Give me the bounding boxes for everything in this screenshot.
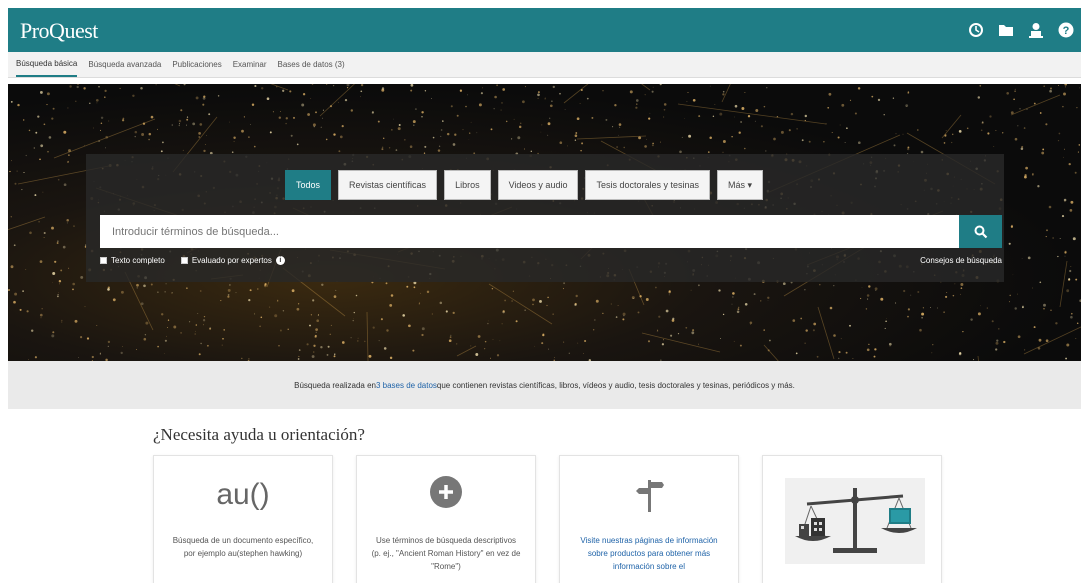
peer-reviewed-checkbox[interactable] bbox=[180, 257, 188, 264]
tab-more[interactable]: Más ▾ bbox=[717, 170, 764, 200]
help-title: ¿Necesita ayuda u orientación? bbox=[153, 425, 365, 444]
help-card-field-search[interactable]: au() Búsqueda de un documento específico… bbox=[153, 455, 333, 583]
nav-item-browse[interactable]: Examinar bbox=[233, 52, 267, 77]
strip-suffix: que contienen revistas científicas, libr… bbox=[436, 380, 795, 390]
help-icon[interactable]: ? bbox=[1057, 21, 1075, 39]
strip-prefix: Búsqueda realizada en bbox=[294, 380, 376, 390]
nav-item-advanced-search[interactable]: Búsqueda avanzada bbox=[88, 52, 161, 77]
help-card-scale[interactable] bbox=[762, 455, 942, 583]
help-card-descriptive-terms[interactable]: Use términos de búsqueda descriptivos (p… bbox=[356, 455, 536, 583]
main-nav: Búsqueda básica Búsqueda avanzada Public… bbox=[8, 52, 1081, 78]
card-text: Búsqueda de un documento específico, por… bbox=[172, 536, 314, 558]
search-type-tabs: Todos Revistas científicas Libros Videos… bbox=[285, 170, 764, 200]
info-icon[interactable]: i bbox=[275, 256, 285, 265]
nav-item-basic-search[interactable]: Búsqueda básica bbox=[16, 52, 78, 77]
nav-item-databases[interactable]: Bases de datos (3) bbox=[278, 52, 345, 77]
search-options: Texto completo Evaluado por expertos i C… bbox=[100, 256, 1002, 265]
help-card-product-info[interactable]: Visite nuestras páginas de información s… bbox=[559, 455, 739, 583]
peer-reviewed-label: Evaluado por expertos bbox=[191, 256, 272, 265]
svg-text:?: ? bbox=[1063, 25, 1070, 37]
peer-reviewed-option[interactable]: Evaluado por expertos i bbox=[180, 256, 285, 265]
search-button[interactable] bbox=[959, 215, 1002, 248]
search-panel: Todos Revistas científicas Libros Videos… bbox=[86, 154, 1004, 282]
search-row bbox=[100, 215, 1002, 248]
user-icon[interactable] bbox=[1027, 21, 1045, 39]
header-icons: ? bbox=[967, 21, 1075, 39]
tab-books[interactable]: Libros bbox=[444, 170, 491, 200]
search-input[interactable] bbox=[100, 215, 959, 248]
history-icon[interactable] bbox=[967, 21, 985, 39]
full-text-label: Texto completo bbox=[111, 256, 165, 265]
search-icon bbox=[974, 225, 987, 238]
top-header: ProQuest ? bbox=[8, 8, 1081, 52]
nav-item-publications[interactable]: Publicaciones bbox=[172, 52, 221, 77]
tab-video-audio[interactable]: Videos y audio bbox=[497, 170, 579, 200]
search-tips-link[interactable]: Consejos de búsqueda bbox=[920, 256, 1002, 265]
proquest-page: ProQuest ? Búsqueda básica Búsqueda avan… bbox=[0, 0, 1081, 583]
database-info-strip: Búsqueda realizada en 3 bases de datos q… bbox=[8, 361, 1081, 409]
signpost-icon bbox=[636, 480, 664, 512]
hero-city-lights: Todos Revistas científicas Libros Videos… bbox=[8, 84, 1081, 361]
tab-dissertations[interactable]: Tesis doctorales y tesinas bbox=[585, 170, 711, 200]
tab-all[interactable]: Todos bbox=[285, 170, 332, 200]
help-cards: au() Búsqueda de un documento específico… bbox=[153, 455, 942, 583]
full-text-checkbox[interactable] bbox=[100, 257, 107, 264]
plus-circle-icon bbox=[430, 476, 462, 508]
card-text: Use términos de búsqueda descriptivos (p… bbox=[371, 536, 521, 571]
folder-icon[interactable] bbox=[997, 21, 1015, 39]
proquest-logo[interactable]: ProQuest bbox=[20, 18, 98, 44]
scale-image bbox=[785, 478, 925, 564]
full-text-option[interactable]: Texto completo bbox=[100, 256, 165, 265]
tab-journals[interactable]: Revistas científicas bbox=[338, 170, 438, 200]
databases-link[interactable]: 3 bases de datos bbox=[376, 381, 437, 390]
au-field-icon: au() bbox=[216, 478, 270, 511]
card-text: Visite nuestras páginas de información s… bbox=[580, 536, 718, 571]
